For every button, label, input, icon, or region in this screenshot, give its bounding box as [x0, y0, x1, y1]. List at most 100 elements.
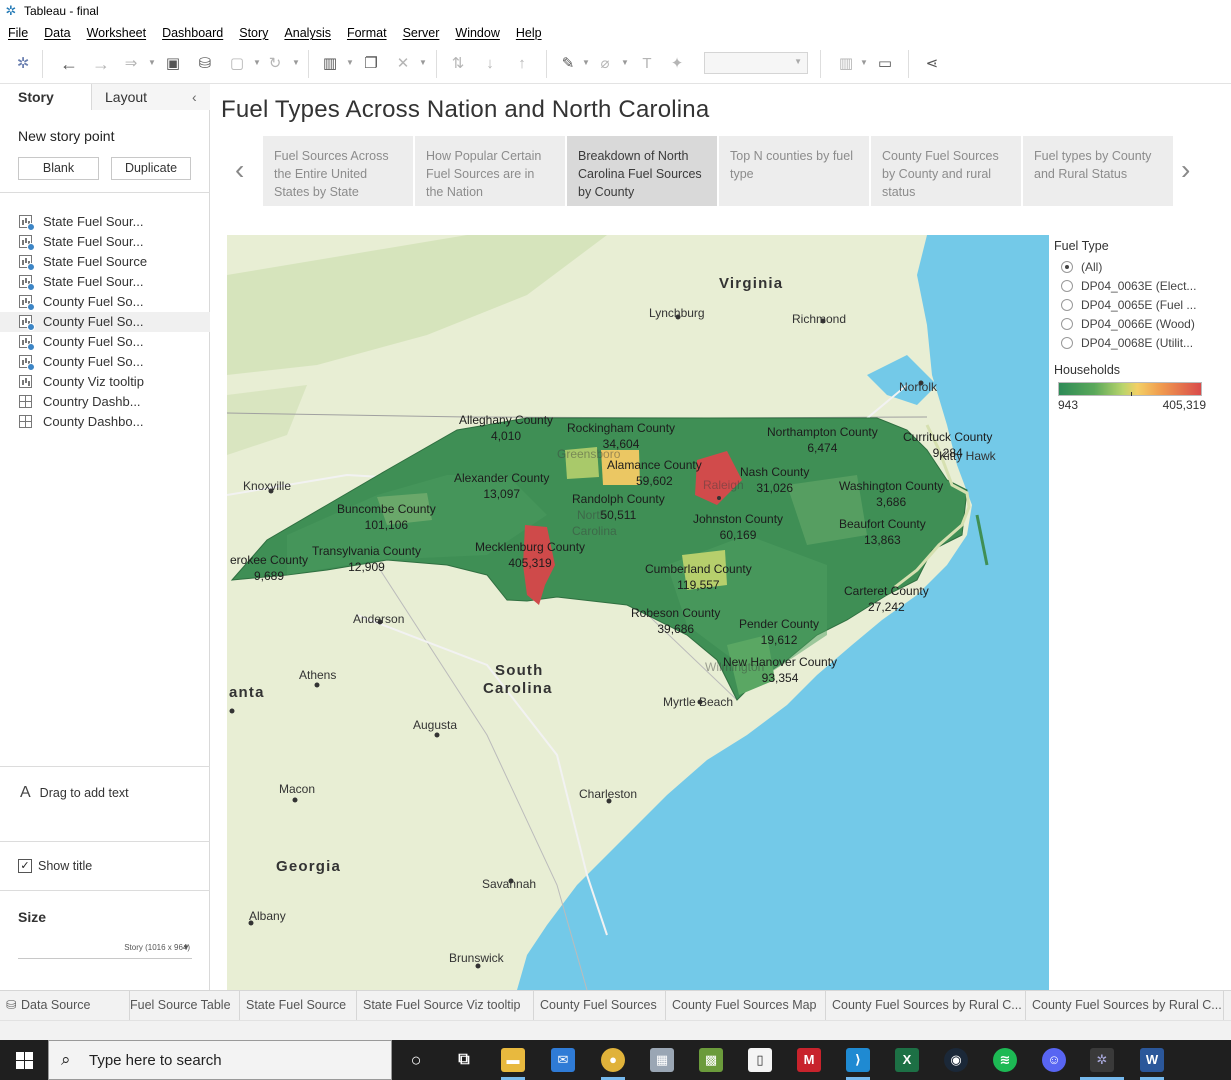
photos-icon[interactable]: ▦ [650, 1048, 674, 1072]
radio-button[interactable] [1061, 280, 1073, 292]
show-title-checkbox[interactable]: ✓ [18, 859, 32, 873]
task-view-icon[interactable]: ⧉ [452, 1048, 476, 1072]
sheet-item[interactable]: County Fuel So... [0, 292, 210, 312]
windows-start-icon[interactable] [16, 1052, 33, 1069]
county-label[interactable]: Transylvania County 12,909 [312, 543, 421, 575]
swap-icon[interactable]: ⇅ [448, 54, 468, 74]
sheet-item[interactable]: County Fuel So... [0, 332, 210, 352]
new-datasource-icon[interactable]: ⛁ [195, 54, 215, 74]
nc-county-map[interactable]: Virginia Lynchburg Richmond Norfolk Knoxvill… [227, 235, 1049, 990]
county-label[interactable]: Nash County 31,026 [740, 464, 809, 496]
menu-dashboard[interactable]: Dashboard [162, 26, 223, 40]
redo-icon[interactable]: → [91, 54, 111, 74]
group-icon[interactable]: ⌀ [595, 54, 615, 74]
county-label[interactable]: erokee County 9,689 [230, 552, 308, 584]
county-label[interactable]: Mecklenburg County 405,319 [475, 539, 585, 571]
fuel-type-option[interactable]: DP04_0063E (Elect... [1054, 277, 1224, 296]
presentation-icon[interactable]: ▭ [875, 54, 895, 74]
refresh-icon[interactable]: ↻ [265, 54, 285, 74]
story-point-1[interactable]: Fuel Sources Across the Entire United St… [263, 136, 413, 206]
radio-button[interactable] [1061, 299, 1073, 311]
county-label[interactable]: Alexander County 13,097 [454, 470, 549, 502]
discord-icon[interactable]: ☺ [1042, 1048, 1066, 1072]
county-label[interactable]: Beaufort County 13,863 [839, 516, 926, 548]
menu-analysis[interactable]: Analysis [284, 26, 331, 40]
county-label[interactable]: Northampton County 6,474 [767, 424, 878, 456]
highlight-icon[interactable]: ✎ [558, 54, 578, 74]
next-story-point-icon[interactable]: › [1181, 152, 1190, 188]
label-icon[interactable]: T [637, 54, 657, 74]
radio-button[interactable] [1061, 337, 1073, 349]
sheet-item[interactable]: State Fuel Sour... [0, 232, 210, 252]
sheet-item[interactable]: State Fuel Source [0, 252, 210, 272]
tab-data-source[interactable]: ⛁ Data Source [0, 991, 130, 1020]
story-point-5[interactable]: County Fuel Sources by County and rural … [871, 136, 1021, 206]
duplicate-button[interactable]: Duplicate [111, 157, 191, 180]
sheet-item[interactable]: County Dashbo... [0, 412, 210, 432]
county-label[interactable]: Pender County 19,612 [739, 616, 819, 648]
undo-icon[interactable]: ← [59, 54, 79, 74]
replay-icon[interactable]: ⇒ [121, 54, 141, 74]
sheet-item[interactable]: County Fuel So... [0, 352, 210, 372]
minecraft-icon[interactable]: ▩ [699, 1048, 723, 1072]
fuel-type-option[interactable]: DP04_0066E (Wood) [1054, 315, 1224, 334]
chrome-icon[interactable]: ● [601, 1048, 625, 1072]
sheet-item[interactable]: Country Dashb... [0, 392, 210, 412]
county-label[interactable]: Robeson County 39,686 [631, 605, 720, 637]
fuel-type-option[interactable]: DP04_0065E (Fuel ... [1054, 296, 1224, 315]
file-explorer-icon[interactable]: ▬ [501, 1048, 525, 1072]
radio-button[interactable] [1061, 261, 1073, 273]
menu-help[interactable]: Help [516, 26, 542, 40]
tableau-logo-icon[interactable]: ✲ [13, 54, 33, 74]
fuel-type-option[interactable]: (All) [1054, 258, 1224, 277]
menu-window[interactable]: Window [455, 26, 499, 40]
story-point-3[interactable]: Breakdown of North Carolina Fuel Sources… [567, 136, 717, 206]
vscode-icon[interactable]: ⟩ [846, 1048, 870, 1072]
tab-county-fuel-rural-2[interactable]: County Fuel Sources by Rural C... [1026, 991, 1224, 1020]
fuel-type-option[interactable]: DP04_0068E (Utilit... [1054, 334, 1224, 353]
county-label[interactable]: Johnston County 60,169 [693, 511, 783, 543]
clear-icon[interactable]: ✕ [393, 54, 413, 74]
excel-icon[interactable]: X [895, 1048, 919, 1072]
menu-format[interactable]: Format [347, 26, 387, 40]
duplicate-icon[interactable]: ❐ [361, 54, 381, 74]
drag-text-object[interactable]: A Drag to add text [20, 784, 129, 802]
county-label[interactable]: Alamance County 59,602 [607, 457, 702, 489]
story-point-4[interactable]: Top N counties by fuel type [719, 136, 869, 206]
steam-icon[interactable]: ◉ [944, 1048, 968, 1072]
county-label[interactable]: Alleghany County 4,010 [459, 412, 553, 444]
sheet-item[interactable]: State Fuel Sour... [0, 212, 210, 232]
tab-state-fuel-source[interactable]: State Fuel Source [240, 991, 357, 1020]
word-icon[interactable]: W [1140, 1048, 1164, 1072]
tab-fuel-source-table[interactable]: Fuel Source Table [130, 991, 240, 1020]
tab-story[interactable]: Story [0, 84, 92, 110]
sheet-item[interactable]: County Viz tooltip [0, 372, 210, 392]
tab-county-fuel-rural-1[interactable]: County Fuel Sources by Rural C... [826, 991, 1026, 1020]
share-icon[interactable]: ⋖ [922, 54, 942, 74]
fit-combo[interactable]: ▼ [704, 52, 808, 74]
county-label[interactable]: Carteret County 27,242 [844, 583, 929, 615]
sheet-item[interactable]: County Fuel So... [0, 312, 210, 332]
county-label[interactable]: New Hanover County 93,354 [723, 654, 837, 686]
collapse-sidebar-icon[interactable]: ‹ [192, 84, 197, 110]
blank-button[interactable]: Blank [18, 157, 99, 180]
tab-state-fuel-source-tooltip[interactable]: State Fuel Source Viz tooltip [357, 991, 534, 1020]
previous-story-point-icon[interactable]: ‹ [235, 152, 244, 188]
county-label[interactable]: Cumberland County 119,557 [645, 561, 752, 593]
sheet-item[interactable]: State Fuel Sour... [0, 272, 210, 292]
notepad-icon[interactable]: ▯ [748, 1048, 772, 1072]
size-dropdown[interactable]: Story (1016 x 964) ▼ [18, 937, 192, 959]
county-label[interactable]: Rockingham County 34,604 [567, 420, 675, 452]
radio-button[interactable] [1061, 318, 1073, 330]
spotify-icon[interactable]: ≋ [993, 1048, 1017, 1072]
tab-county-fuel-sources-map[interactable]: County Fuel Sources Map [666, 991, 826, 1020]
show-title-toggle[interactable]: ✓ Show title [18, 859, 92, 873]
tab-county-fuel-sources[interactable]: County Fuel Sources [534, 991, 666, 1020]
show-me-icon[interactable]: ▥ [836, 54, 856, 74]
pause-icon[interactable]: ▢ [227, 54, 247, 74]
taskbar-search[interactable]: ⌕ Type here to search [48, 1040, 392, 1080]
mail-icon[interactable]: ✉ [551, 1048, 575, 1072]
sort-asc-icon[interactable]: ↓ [480, 54, 500, 74]
menu-story[interactable]: Story [239, 26, 268, 40]
new-worksheet-icon[interactable]: ▥ [320, 54, 340, 74]
